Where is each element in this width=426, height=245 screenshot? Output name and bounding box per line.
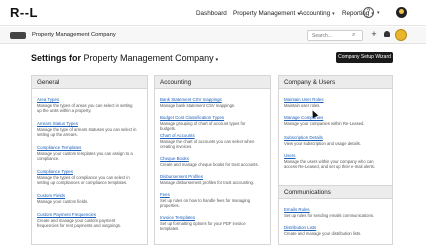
settings-description: Manage the types of compliance you can s…	[37, 174, 130, 186]
settings-entry: Custom Fields Manage your custom fields.	[37, 193, 137, 204]
company-users-settings-card: Company & Users Maintain User Roles Maint…	[278, 75, 393, 202]
general-settings-card: General Area Types Manage the types of ar…	[31, 75, 148, 245]
settings-description: Manage your custom templates you can ass…	[37, 150, 133, 162]
settings-link[interactable]: Custom Fields	[37, 193, 137, 198]
settings-entry: Manage Companies Manage your companies wi…	[284, 115, 384, 126]
settings-link[interactable]: Manage Companies	[284, 115, 384, 120]
settings-entry: Distribution Lists Create and manage your…	[284, 225, 384, 236]
settings-description: Create and manage your custom payment fr…	[37, 217, 122, 229]
card-title: Accounting	[155, 76, 270, 89]
bell-icon[interactable]	[383, 30, 391, 39]
company-setup-wizard-button[interactable]: Company Setup Wizard	[336, 52, 393, 63]
settings-entry: Chart of Accounts Manage the chart of acc…	[160, 133, 260, 150]
settings-link[interactable]: Compliance Types	[37, 169, 137, 174]
nav-property-management[interactable]: Property Management ▾	[233, 10, 300, 17]
settings-link[interactable]: Bank Statement CSV mappings	[160, 97, 260, 102]
settings-link[interactable]: Emails Rules	[284, 207, 384, 212]
chevron-down-icon: ▾	[332, 11, 335, 17]
card-title: Company & Users	[279, 76, 392, 89]
settings-link[interactable]: Cheque Books	[160, 156, 260, 161]
settings-description: Create and manage your distribution list…	[284, 230, 362, 236]
settings-entry: Invoice Templates Set up formatting optio…	[160, 215, 260, 232]
settings-entry: Fees Set up rules on how to handle fees f…	[160, 192, 260, 209]
nav-dashboard-label: Dashboard	[196, 10, 227, 17]
settings-link[interactable]: Chart of Accounts	[160, 133, 260, 138]
accounting-settings-card: Accounting Bank Statement CSV mappings Ma…	[154, 75, 271, 245]
settings-link[interactable]: Fees	[160, 192, 260, 197]
settings-description: Set up formatting options for your PDF i…	[160, 220, 246, 232]
card-title: Communications	[279, 186, 392, 199]
settings-entry: Maintain User Roles Maintain user roles.	[284, 97, 384, 108]
settings-link[interactable]: Invoice Templates	[160, 215, 260, 220]
card-title: General	[32, 76, 147, 89]
settings-description: Manage the type of arrears statuses you …	[37, 126, 137, 138]
settings-entry: Bank Statement CSV mappings Manage bank s…	[160, 97, 260, 108]
nav-accounting[interactable]: Accounting ▾	[299, 10, 335, 17]
top-navigation: R--L Dashboard Property Management ▾ Acco…	[0, 0, 426, 26]
settings-description: Set up rules for sending emails communic…	[284, 212, 375, 218]
settings-description: Maintain user roles.	[284, 102, 321, 108]
user-avatar[interactable]	[396, 7, 407, 18]
settings-entry: Custom Payment Frequencies Create and man…	[37, 212, 137, 229]
organization-name[interactable]: Property Management Company	[32, 32, 116, 38]
settings-description: View your subscription and usage details…	[284, 140, 361, 146]
company-logo-icon	[10, 32, 26, 39]
settings-entry: Arrears Status Types Manage the type of a…	[37, 121, 137, 138]
settings-link[interactable]: Arrears Status Types	[37, 121, 137, 126]
nav-accounting-label: Accounting	[299, 10, 331, 17]
organization-avatar[interactable]	[395, 29, 407, 41]
help-icon[interactable]: ?	[363, 7, 374, 18]
settings-link[interactable]: Compliance Templates	[37, 145, 137, 150]
settings-entry: Compliance Types Manage the types of comp…	[37, 169, 137, 186]
settings-description: Manage the users within your company who…	[284, 158, 376, 170]
settings-link[interactable]: Distribution Lists	[284, 225, 384, 230]
page-title-prefix: Settings for	[31, 53, 82, 63]
add-button[interactable]: +	[369, 30, 379, 40]
settings-entry: Emails Rules Set up rules for sending ema…	[284, 207, 384, 218]
settings-link[interactable]: Maintain User Roles	[284, 97, 384, 102]
chevron-down-icon[interactable]: ▾	[216, 57, 219, 63]
settings-description: Set up rules on how to handle fees for m…	[160, 197, 251, 209]
nav-dashboard[interactable]: Dashboard	[196, 10, 227, 17]
nav-property-management-label: Property Management	[233, 10, 296, 17]
communications-settings-card: Communications Emails Rules Set up rules …	[278, 185, 393, 245]
search-icon[interactable]: ⌕	[352, 32, 355, 39]
settings-description: Manage your companies within Re-Leased.	[284, 120, 365, 126]
settings-link[interactable]: Custom Payment Frequencies	[37, 212, 137, 217]
chevron-down-icon[interactable]: ▾	[377, 10, 380, 16]
settings-link[interactable]: Subscription Details	[284, 135, 384, 140]
settings-description: Manage the chart of accounts you can sel…	[160, 138, 255, 150]
settings-link[interactable]: Disbursement Profiles	[160, 174, 260, 179]
settings-entry: Cheque Books Create and manage cheque boo…	[160, 156, 260, 167]
settings-link[interactable]: Area Types	[37, 97, 137, 102]
settings-description: Manage disbursement profiles for trust a…	[160, 179, 255, 185]
settings-description: Create and manage cheque books for trust…	[160, 161, 259, 167]
settings-link[interactable]: Budget Cost Classification Types	[160, 115, 260, 120]
settings-entry: Disbursement Profiles Manage disbursement…	[160, 174, 260, 185]
settings-link[interactable]: Users	[284, 153, 384, 158]
page-title: Settings for Property Management Company…	[31, 53, 218, 63]
settings-entry: Budget Cost Classification Types Manage g…	[160, 115, 260, 132]
settings-entry: Subscription Details View your subscripti…	[284, 135, 384, 146]
settings-description: Manage grouping of chart of account type…	[160, 120, 246, 132]
app-logo[interactable]: R--L	[10, 5, 38, 20]
settings-description: Manage bank statement CSV mappings.	[160, 102, 236, 108]
settings-description: Manage the types of areas you can select…	[37, 102, 133, 114]
settings-entry: Area Types Manage the types of areas you …	[37, 97, 137, 114]
page-title-company[interactable]: Property Management Company	[84, 53, 214, 63]
settings-entry: Compliance Templates Manage your custom t…	[37, 145, 137, 162]
settings-description: Manage your custom fields.	[37, 198, 89, 204]
settings-entry: Users Manage the users within your compan…	[284, 153, 384, 170]
